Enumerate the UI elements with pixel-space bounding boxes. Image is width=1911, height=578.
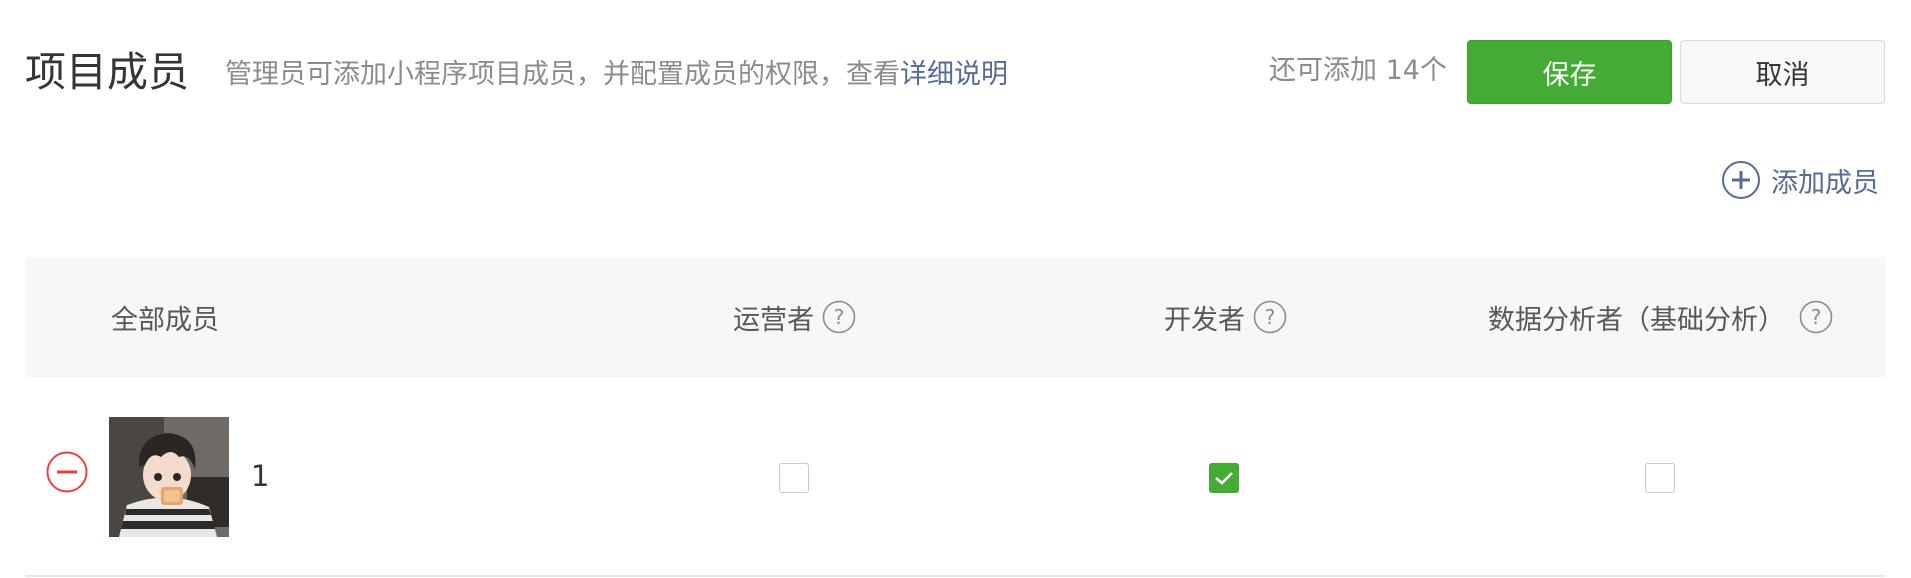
column-label: 运营者 <box>733 304 814 336</box>
cancel-button[interactable]: 取消 <box>1680 40 1885 104</box>
add-member-label: 添加成员 <box>1771 167 1879 199</box>
description-text: 管理员可添加小程序项目成员，并配置成员的权限，查看 <box>225 59 900 90</box>
remaining-count: 还可添加 14个 <box>1269 55 1447 86</box>
page-description: 管理员可添加小程序项目成员，并配置成员的权限，查看详细说明 <box>225 56 1008 94</box>
help-icon[interactable]: ? <box>1253 300 1287 334</box>
column-developer: 开发者 ? <box>1164 257 1287 377</box>
add-member-button[interactable]: 添加成员 <box>1721 158 1879 202</box>
column-label: 全部成员 <box>111 304 219 336</box>
column-operator: 运营者 ? <box>733 257 856 377</box>
developer-checkbox[interactable] <box>1209 463 1239 493</box>
avatar <box>109 417 229 537</box>
check-icon <box>1215 472 1233 485</box>
svg-text:?: ? <box>834 305 845 329</box>
column-label: 开发者 <box>1164 304 1245 336</box>
page-title: 项目成员 <box>25 48 189 96</box>
column-all-members: 全部成员 <box>111 257 219 377</box>
remove-member-icon[interactable] <box>46 451 88 493</box>
detail-link[interactable]: 详细说明 <box>900 59 1008 90</box>
help-icon[interactable]: ? <box>822 300 856 334</box>
column-label: 数据分析者（基础分析） <box>1488 304 1785 336</box>
avatar-image <box>109 417 229 537</box>
column-analyst: 数据分析者（基础分析） ? <box>1488 257 1833 377</box>
analyst-checkbox[interactable] <box>1645 463 1675 493</box>
plus-circle-icon <box>1722 161 1760 199</box>
member-name: 1 <box>251 459 270 493</box>
save-button[interactable]: 保存 <box>1467 40 1672 104</box>
svg-text:?: ? <box>1265 305 1276 329</box>
operator-checkbox[interactable] <box>779 463 809 493</box>
table-row: 1 <box>25 377 1885 577</box>
table-header: 全部成员 运营者 ? 开发者 ? 数据分析者（基础分析） ? <box>25 257 1885 377</box>
help-icon[interactable]: ? <box>1799 300 1833 334</box>
svg-text:?: ? <box>1811 305 1822 329</box>
project-members-page: 项目成员 管理员可添加小程序项目成员，并配置成员的权限，查看详细说明 还可添加 … <box>0 0 1911 578</box>
